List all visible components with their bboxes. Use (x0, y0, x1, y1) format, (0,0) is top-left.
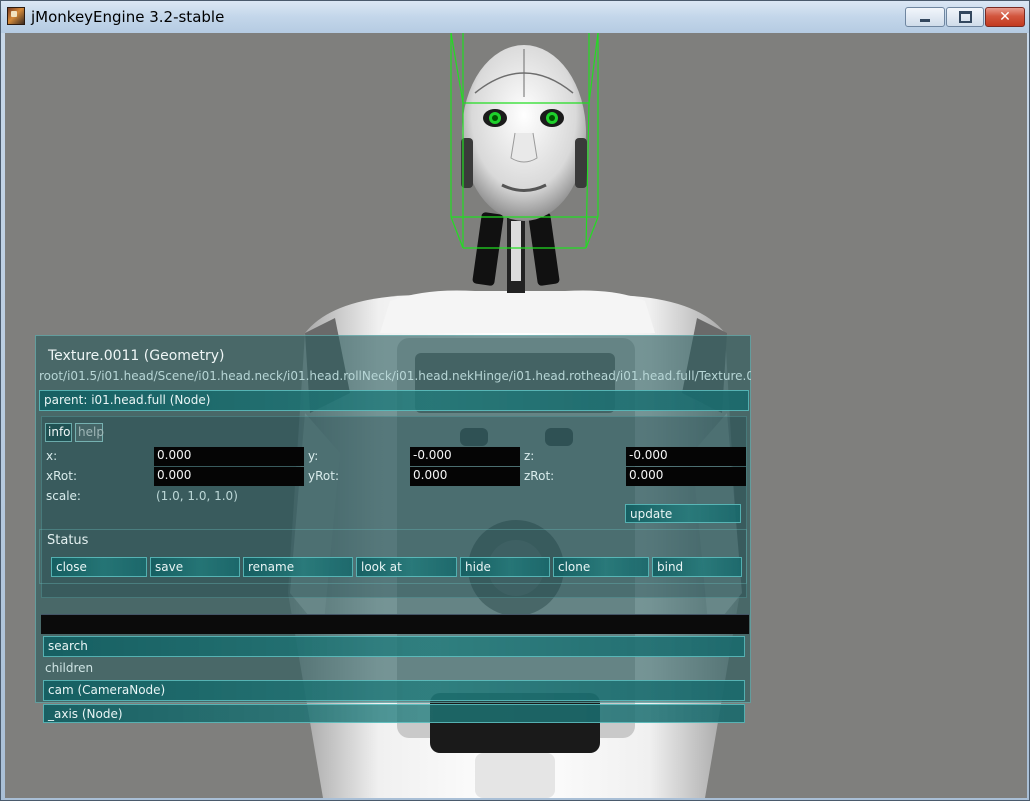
rename-button[interactable]: rename (243, 557, 353, 577)
close-window-button[interactable]: ✕ (985, 7, 1025, 27)
robot-head (461, 45, 587, 221)
status-section: Status close save rename look at hide cl… (39, 529, 747, 584)
tab-info[interactable]: info (45, 423, 72, 442)
scale-value: (1.0, 1.0, 1.0) (156, 489, 238, 503)
minimize-button[interactable] (905, 7, 945, 27)
y-label: y: (308, 449, 319, 463)
close-button[interactable]: close (51, 557, 147, 577)
child-item-axis[interactable]: _axis (Node) (43, 704, 745, 723)
maximize-icon (958, 11, 972, 23)
tab-help[interactable]: help (75, 423, 104, 442)
robot-neck (472, 212, 560, 293)
zrot-field[interactable]: 0.000 (626, 467, 746, 486)
x-field[interactable]: 0.000 (154, 447, 304, 466)
parent-node-button[interactable]: parent: i01.head.full (Node) (39, 390, 749, 411)
window-title: jMonkeyEngine 3.2-stable (31, 8, 225, 26)
xrot-label: xRot: (46, 469, 77, 483)
minimize-icon (920, 18, 930, 22)
children-label: children (45, 661, 94, 675)
z-label: z: (524, 449, 535, 463)
bind-button[interactable]: bind (652, 557, 742, 577)
zrot-label: zRot: (524, 469, 555, 483)
maximize-button[interactable] (946, 7, 984, 27)
status-label: Status (47, 533, 89, 548)
status-message-bar (41, 614, 749, 634)
app-window: jMonkeyEngine 3.2-stable ✕ Texture.0011 … (0, 0, 1030, 801)
child-item-cam[interactable]: cam (CameraNode) (43, 680, 745, 701)
z-field[interactable]: -0.000 (626, 447, 746, 466)
save-button[interactable]: save (150, 557, 240, 577)
search-input[interactable]: search (43, 636, 745, 657)
clone-button[interactable]: clone (553, 557, 649, 577)
jmonkey-app-icon[interactable] (7, 7, 25, 25)
spatial-inspector-panel: Texture.0011 (Geometry) root/i01.5/i01.h… (35, 335, 751, 723)
close-icon: ✕ (999, 9, 1011, 25)
look-at-button[interactable]: look at (356, 557, 457, 577)
3d-viewport[interactable]: Texture.0011 (Geometry) root/i01.5/i01.h… (5, 33, 1027, 798)
yrot-field[interactable]: 0.000 (410, 467, 520, 486)
xrot-field[interactable]: 0.000 (154, 467, 304, 486)
node-path: root/i01.5/i01.head/Scene/i01.head.neck/… (39, 369, 751, 383)
update-button[interactable]: update (625, 504, 741, 523)
y-field[interactable]: -0.000 (410, 447, 520, 466)
panel-title: Texture.0011 (Geometry) (48, 348, 225, 364)
hide-button[interactable]: hide (460, 557, 550, 577)
scale-label: scale: (46, 489, 81, 503)
title-bar[interactable]: jMonkeyEngine 3.2-stable ✕ (1, 1, 1029, 33)
x-label: x: (46, 449, 58, 463)
robot-shoulders (380, 290, 655, 333)
yrot-label: yRot: (308, 469, 339, 483)
